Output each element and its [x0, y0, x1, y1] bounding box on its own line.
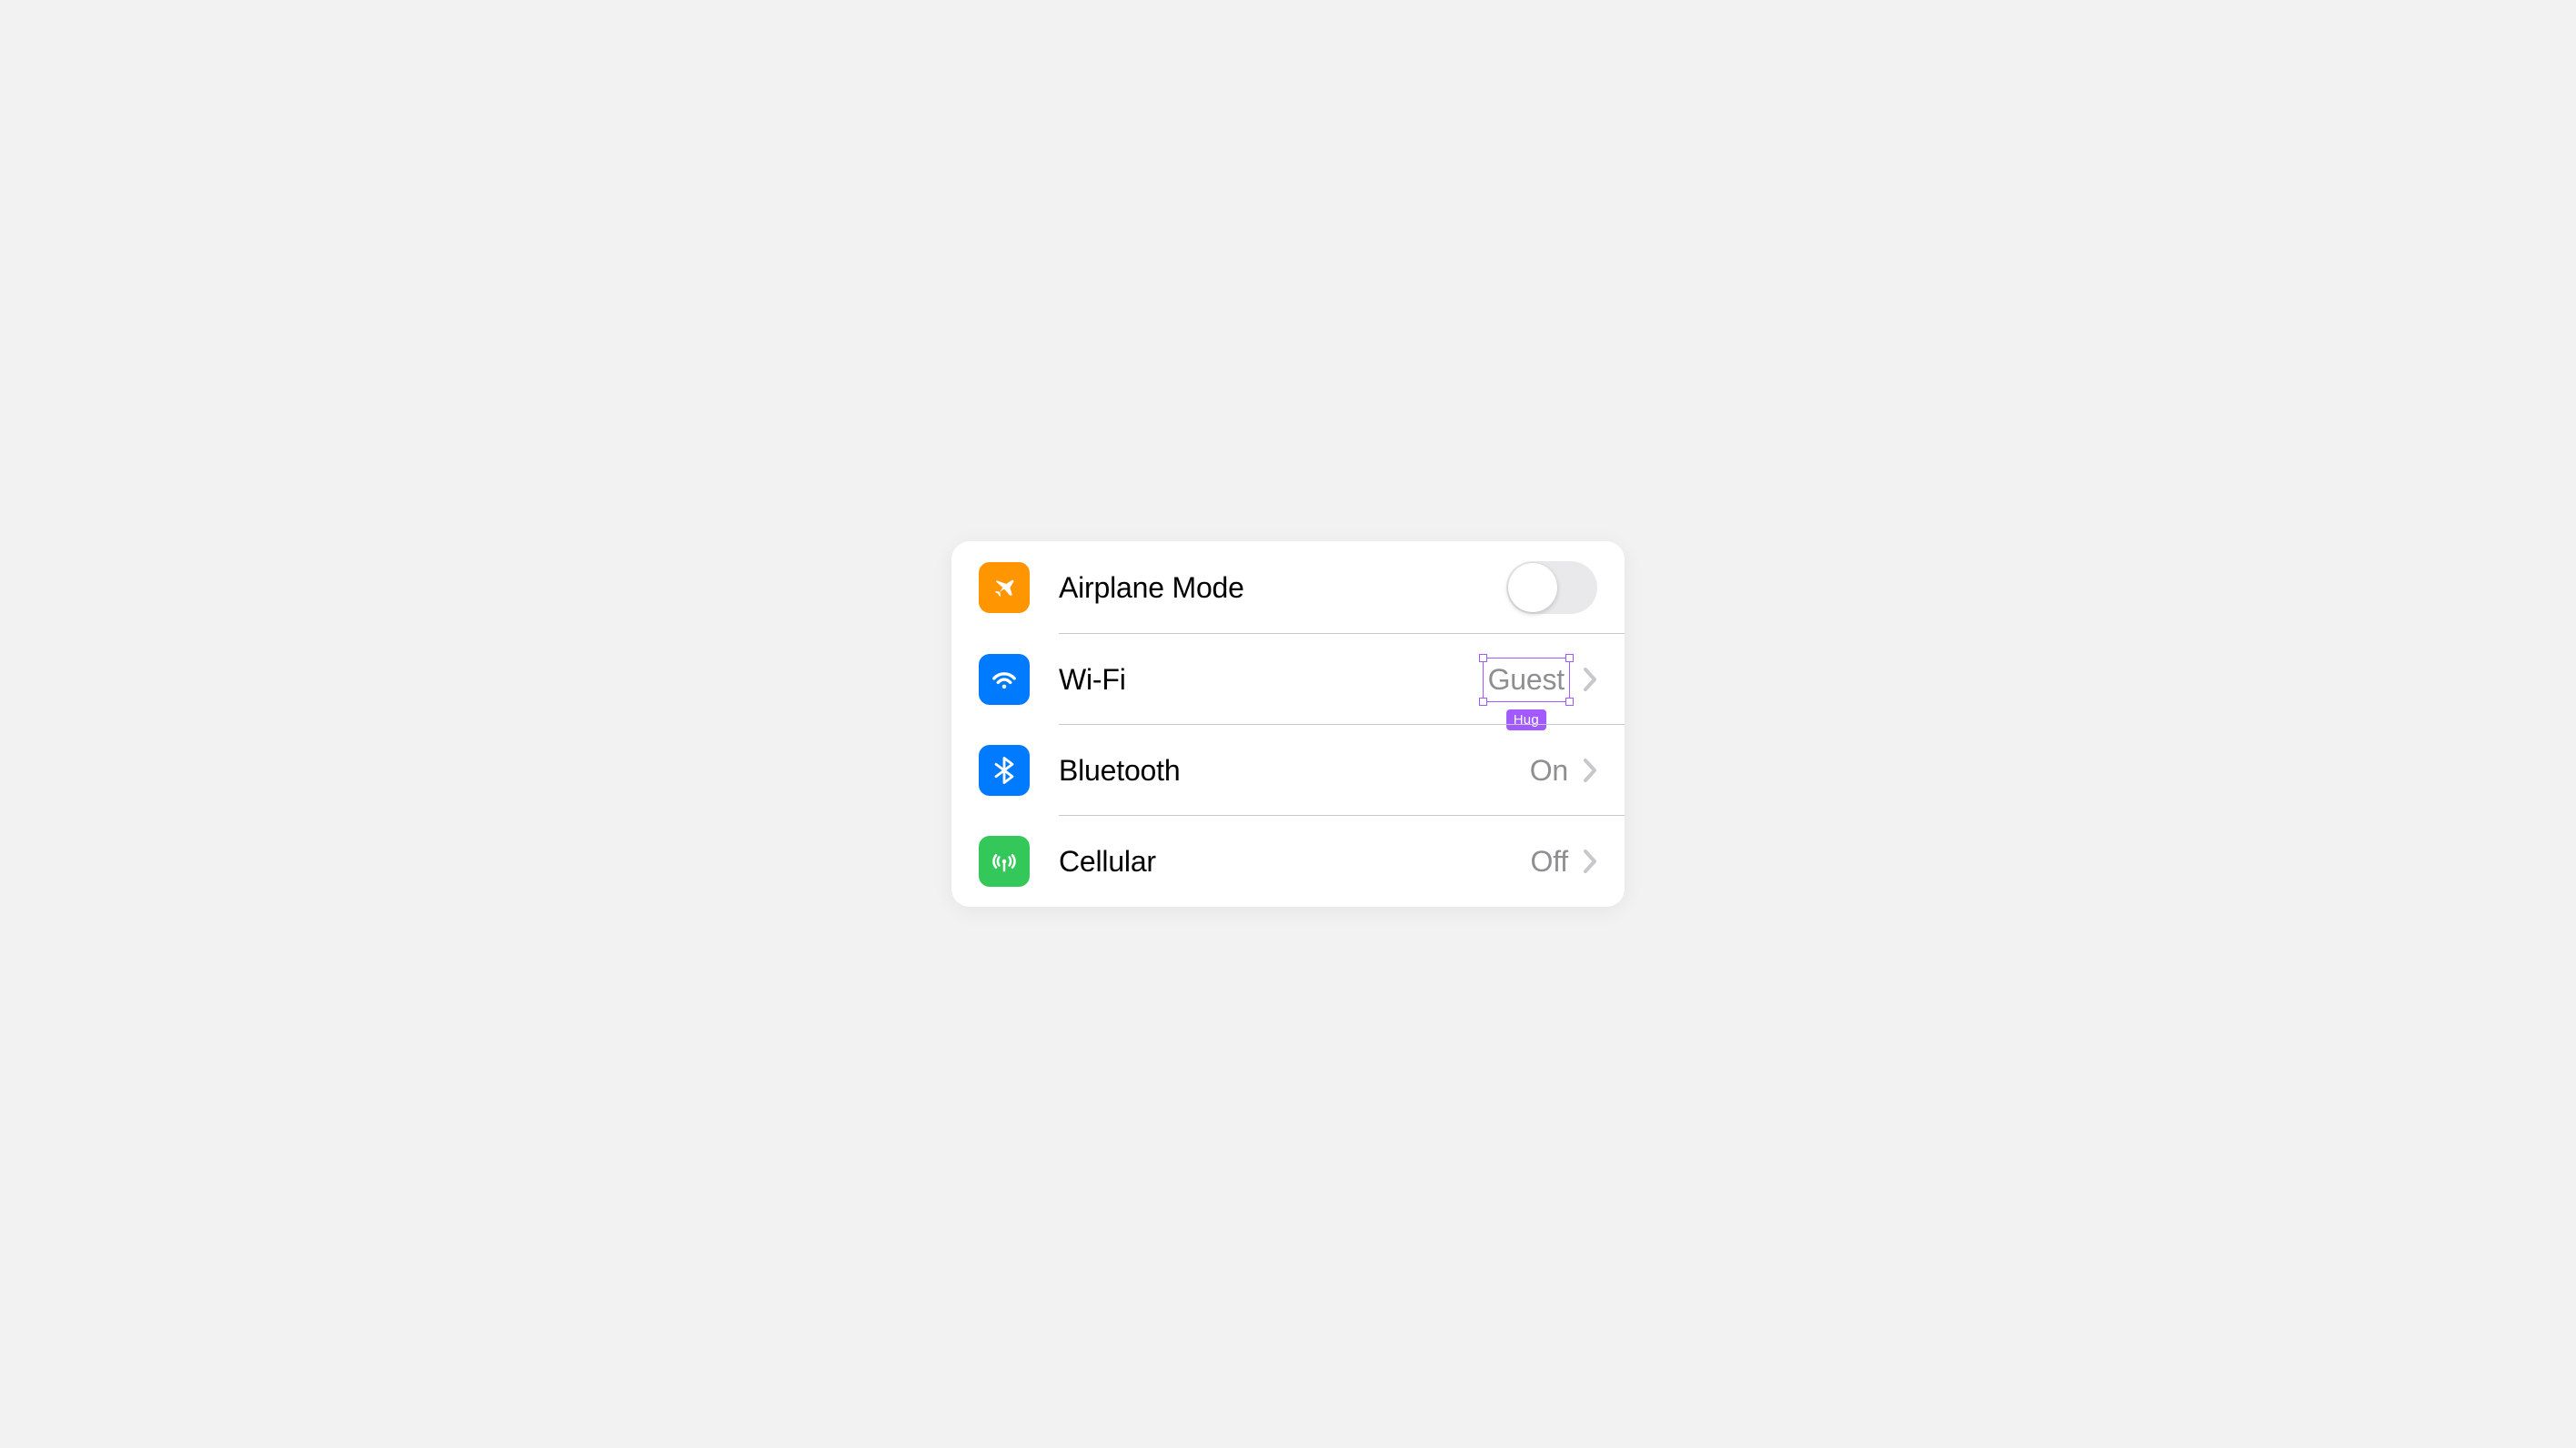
airplane-icon: [979, 562, 1030, 613]
wifi-icon: [979, 654, 1030, 705]
bluetooth-value: On: [1530, 754, 1568, 788]
selection-handle-bottom-right[interactable]: [1565, 698, 1574, 706]
chevron-right-icon: [1583, 667, 1597, 692]
chevron-right-icon: [1583, 849, 1597, 874]
row-label: Cellular: [1059, 845, 1531, 879]
row-airplane-mode[interactable]: Airplane Mode: [951, 541, 1625, 634]
selection-handle-top-left[interactable]: [1479, 654, 1487, 662]
row-cellular[interactable]: Cellular Off: [951, 816, 1625, 907]
settings-card: Airplane Mode Wi-Fi Guest: [951, 541, 1625, 907]
selection-handle-top-right[interactable]: [1565, 654, 1574, 662]
row-label: Bluetooth: [1059, 754, 1530, 788]
cellular-icon: [979, 836, 1030, 887]
toggle-knob: [1508, 563, 1557, 612]
bluetooth-icon: [979, 745, 1030, 796]
selection-handle-bottom-left[interactable]: [1479, 698, 1487, 706]
chevron-right-icon: [1583, 758, 1597, 783]
row-label: Wi-Fi: [1059, 663, 1484, 697]
airplane-toggle[interactable]: [1506, 561, 1597, 614]
selection-frame[interactable]: Guest Hug: [1484, 663, 1568, 697]
row-wifi[interactable]: Wi-Fi Guest Hug: [951, 634, 1625, 725]
cellular-value: Off: [1531, 845, 1569, 879]
row-bluetooth[interactable]: Bluetooth On: [951, 725, 1625, 816]
row-label: Airplane Mode: [1059, 571, 1506, 605]
canvas: Airplane Mode Wi-Fi Guest: [0, 0, 2576, 1448]
wifi-value: Guest: [1488, 663, 1565, 696]
